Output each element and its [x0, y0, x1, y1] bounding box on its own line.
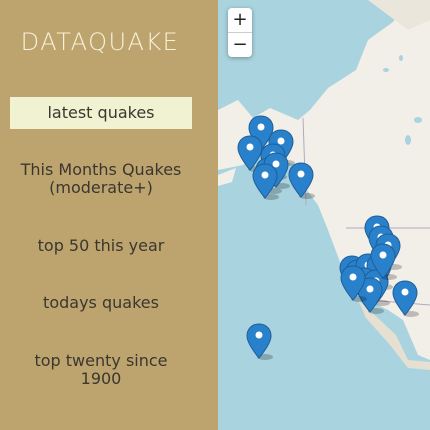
sidebar: DATAQUAKE latest quakes This Months Quak… [0, 0, 218, 430]
quake-marker[interactable] [340, 265, 367, 302]
menu-top-twenty-since-1900[interactable]: top twenty since 1900 [10, 352, 192, 388]
map-pin-icon [246, 323, 272, 359]
quake-marker[interactable] [392, 280, 419, 317]
map-pin-icon [288, 162, 314, 198]
quake-marker[interactable] [288, 162, 315, 199]
menu-top-50-this-year[interactable]: top 50 this year [10, 237, 192, 255]
zoom-out-button[interactable]: − [228, 33, 252, 57]
quake-markers[interactable] [218, 0, 430, 430]
app-title: DATAQUAKE [20, 28, 180, 56]
zoom-in-button[interactable]: + [228, 8, 252, 33]
quake-marker[interactable] [252, 163, 279, 200]
menu-todays-quakes[interactable]: todays quakes [10, 294, 192, 312]
menu-this-months-quakes[interactable]: This Months Quakes (moderate+) [10, 161, 192, 197]
quake-map[interactable]: + − [218, 0, 430, 430]
map-pin-icon [392, 280, 418, 316]
menu-latest-quakes[interactable]: latest quakes [10, 97, 192, 129]
quake-marker[interactable] [246, 323, 273, 360]
zoom-control: + − [228, 8, 252, 57]
